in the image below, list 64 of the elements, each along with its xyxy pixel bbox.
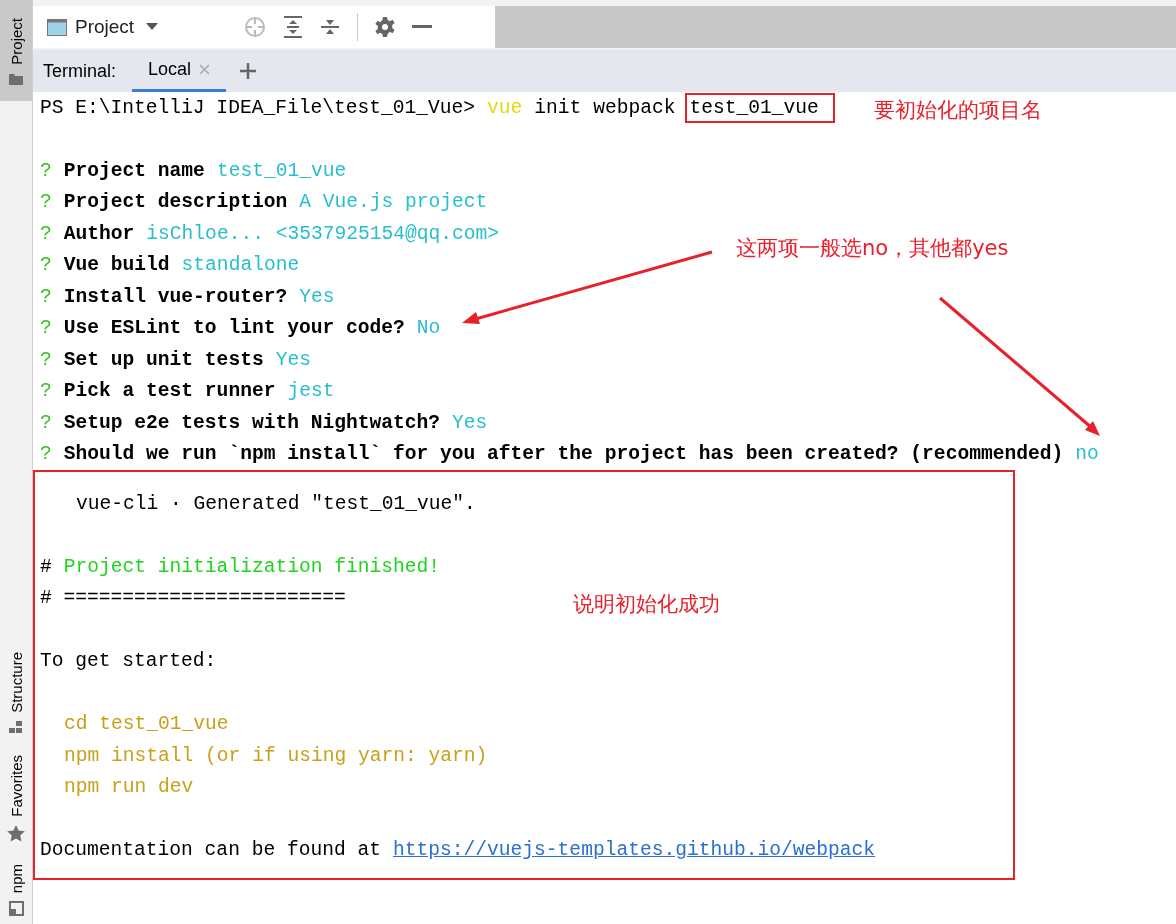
caret-icon (146, 23, 159, 31)
command-hint: npm install (or if using yarn: yarn) (64, 743, 488, 769)
side-tab[interactable]: Structure (0, 638, 32, 742)
annotation-note: 要初始化的项目名 (874, 97, 1042, 124)
question-text: Project description (63, 190, 288, 216)
folder-icon (9, 72, 23, 85)
question-mark: ? (40, 410, 52, 436)
answer-text: Yes (299, 284, 335, 310)
panel-icon (8, 901, 24, 916)
question-mark: ? (40, 347, 52, 373)
question-text: Set up unit tests (63, 347, 264, 373)
prompt-path: PS E:\IntelliJ IDEA_File\test_01_Vue> (40, 95, 476, 121)
question-text: Project name (63, 158, 205, 184)
answer-text: isChloe... <3537925154@qq.com> (146, 221, 500, 247)
answer-text: Yes (452, 410, 488, 436)
question-mark: ? (40, 442, 52, 468)
annotation-note: 这两项一般选no，其他都yes (736, 235, 1009, 262)
star-icon (7, 824, 25, 842)
question-text: Vue build (63, 253, 170, 279)
question-text: Pick a test runner (63, 379, 276, 405)
command-args: init webpack (534, 95, 676, 121)
output-text: # ======================== (40, 586, 346, 612)
question-mark: ? (40, 190, 52, 216)
answer-text: A Vue.js project (299, 190, 488, 216)
expand-all-icon[interactable] (283, 16, 304, 38)
question-text: Use ESLint to lint your code? (63, 316, 405, 342)
docs-link[interactable]: https://vuejs-templates.github.io/webpack (393, 837, 876, 864)
answer-text: no (1075, 442, 1099, 468)
annotation-note: 说明初始化成功 (573, 591, 720, 618)
highlighted-project-name: test_01_vue (685, 92, 835, 123)
output-text: Documentation can be found at (40, 838, 381, 864)
question-text: Should we run `npm install` for you after the project has been created? (recommended) (63, 442, 1064, 468)
answer-text: Yes (275, 347, 311, 373)
answer-text: No (416, 316, 441, 342)
side-tab[interactable]: Favorites (0, 741, 32, 850)
command-hint: npm run dev (64, 775, 194, 801)
side-tab[interactable]: Project (0, 0, 32, 101)
command-hint: cd test_01_vue (64, 712, 229, 738)
command-name: vue (487, 95, 523, 121)
settings-icon[interactable] (375, 17, 396, 37)
answer-text: standalone (181, 253, 300, 279)
minimize-icon[interactable] (412, 25, 433, 29)
window-icon (47, 18, 67, 36)
generated-message: vue-cli · Generated "test_01_vue". (76, 491, 476, 517)
answer-text: test_01_vue (216, 158, 347, 184)
question-text: Author (63, 221, 135, 247)
add-icon[interactable] (240, 63, 257, 79)
question-text: Setup e2e tests with Nightwatch? (63, 410, 441, 436)
success-message: Project initialization finished! (63, 554, 441, 580)
question-mark: ? (40, 253, 52, 279)
terminal-tab[interactable]: Local (132, 50, 227, 92)
answer-text: jest (287, 379, 335, 405)
structure-icon (9, 721, 23, 734)
question-mark: ? (40, 158, 52, 184)
question-mark: ? (40, 284, 52, 310)
question-mark: ? (40, 379, 52, 405)
side-tab[interactable]: npm (0, 849, 32, 924)
project-view-dropdown[interactable]: Project (75, 16, 159, 38)
heading-mark: # (40, 554, 52, 580)
terminal-label: Terminal: (43, 60, 117, 82)
question-text: Install vue-router? (63, 284, 288, 310)
output-text: To get started: (40, 649, 217, 675)
question-mark: ? (40, 221, 52, 247)
question-mark: ? (40, 316, 52, 342)
